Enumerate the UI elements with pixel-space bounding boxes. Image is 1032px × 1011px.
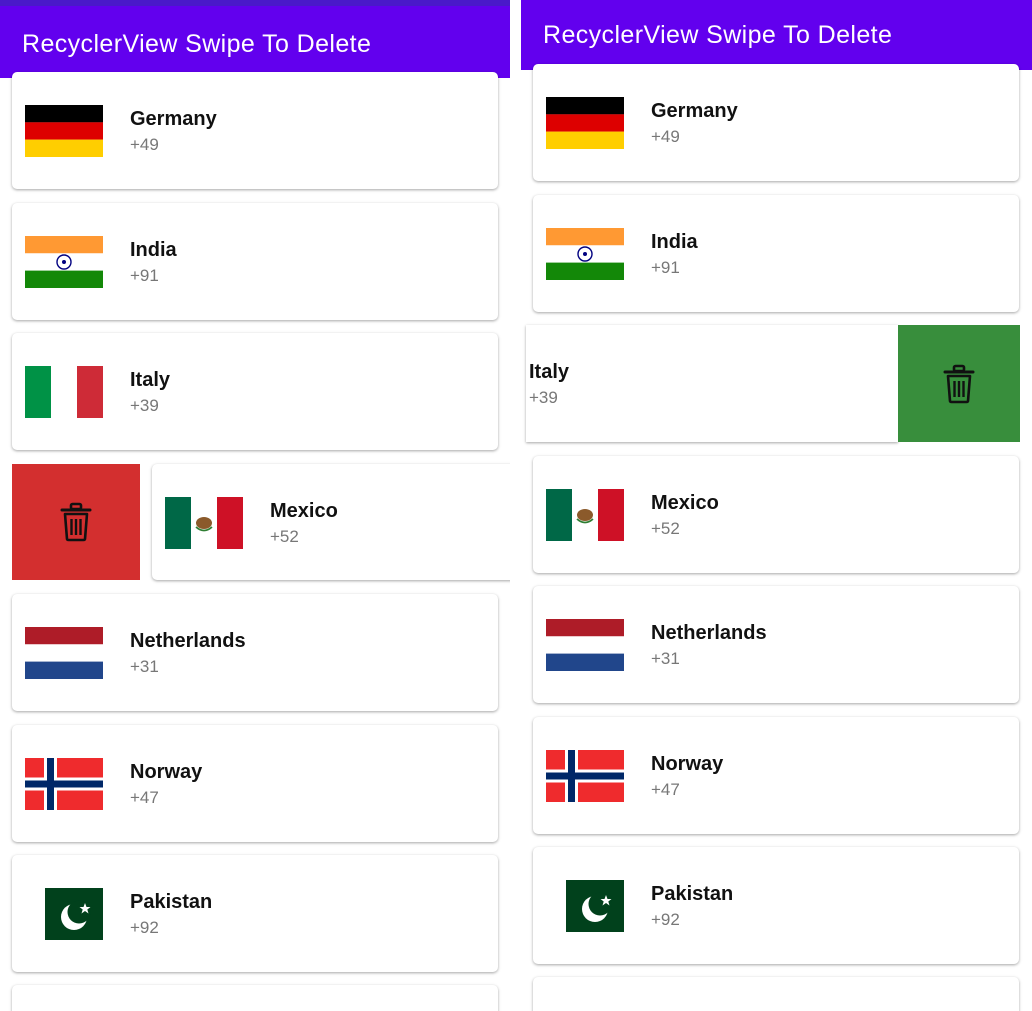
country-code: +31	[130, 657, 159, 676]
country-name: Netherlands	[651, 622, 767, 644]
list-item-mexico[interactable]: Mexico +52	[533, 456, 1019, 573]
mexico-flag-icon	[165, 497, 243, 549]
list-item-pakistan[interactable]: Pakistan +92	[12, 855, 498, 972]
swipe-delete-background[interactable]	[898, 325, 1020, 442]
country-name: Norway	[651, 753, 724, 775]
app-bar: RecyclerView Swipe To Delete	[0, 6, 510, 78]
list-item-india[interactable]: India +91	[12, 203, 498, 320]
left-screen: RecyclerView Swipe To Delete Germany +49…	[0, 0, 510, 1011]
country-code: +52	[651, 519, 680, 538]
india-flag-icon	[25, 236, 103, 288]
list-item-germany[interactable]: Germany +49	[12, 72, 498, 189]
country-code: +91	[651, 258, 680, 277]
trash-icon	[943, 364, 975, 403]
country-code: +92	[651, 910, 680, 929]
pakistan-flag-icon	[566, 880, 624, 932]
country-name: Mexico	[270, 500, 338, 522]
list-item-partial[interactable]	[533, 977, 1019, 1011]
list-item-mexico[interactable]: Mexico +52	[152, 464, 510, 580]
country-code: +91	[130, 266, 159, 285]
list-item-germany[interactable]: Germany +49	[533, 64, 1019, 181]
country-name: India	[130, 239, 177, 261]
list-item-norway[interactable]: Norway +47	[12, 725, 498, 842]
netherlands-flag-icon	[25, 627, 103, 679]
right-screen: RecyclerView Swipe To Delete Germany +49…	[521, 0, 1032, 1011]
trash-icon	[60, 502, 92, 542]
norway-flag-icon	[546, 750, 624, 802]
pakistan-flag-icon	[45, 888, 103, 940]
country-name: Pakistan	[651, 883, 734, 905]
list-item-partial[interactable]	[12, 985, 498, 1011]
country-name: Norway	[130, 761, 203, 783]
country-name: Netherlands	[130, 630, 246, 652]
swipe-delete-background[interactable]	[12, 464, 140, 580]
list-item-netherlands[interactable]: Netherlands +31	[12, 594, 498, 711]
list-item-india[interactable]: India +91	[533, 195, 1019, 312]
country-code: +39	[529, 388, 558, 407]
country-name: Italy	[529, 361, 570, 383]
list-item-norway[interactable]: Norway +47	[533, 717, 1019, 834]
country-code: +49	[651, 127, 680, 146]
country-name: Italy	[130, 369, 171, 391]
country-name: India	[651, 231, 698, 253]
country-code: +52	[270, 527, 299, 546]
country-name: Germany	[130, 108, 217, 130]
country-code: +47	[651, 780, 680, 799]
india-flag-icon	[546, 228, 624, 280]
country-name: Pakistan	[130, 891, 213, 913]
italy-flag-icon	[25, 366, 103, 418]
country-code: +31	[651, 649, 680, 668]
mexico-flag-icon	[546, 489, 624, 541]
list-item-netherlands[interactable]: Netherlands +31	[533, 586, 1019, 703]
list-item-italy[interactable]: Italy +39	[12, 333, 498, 450]
norway-flag-icon	[25, 758, 103, 810]
app-bar: RecyclerView Swipe To Delete	[521, 0, 1032, 70]
list-item-italy[interactable]: Italy +39	[526, 325, 898, 442]
app-title: RecyclerView Swipe To Delete	[22, 30, 372, 58]
country-code: +92	[130, 918, 159, 937]
country-code: +39	[130, 396, 159, 415]
app-title: RecyclerView Swipe To Delete	[543, 21, 893, 49]
germany-flag-icon	[25, 105, 103, 157]
country-code: +47	[130, 788, 159, 807]
list-item-pakistan[interactable]: Pakistan +92	[533, 847, 1019, 964]
country-code: +49	[130, 135, 159, 154]
germany-flag-icon	[546, 97, 624, 149]
country-name: Mexico	[651, 492, 719, 514]
netherlands-flag-icon	[546, 619, 624, 671]
country-name: Germany	[651, 100, 738, 122]
